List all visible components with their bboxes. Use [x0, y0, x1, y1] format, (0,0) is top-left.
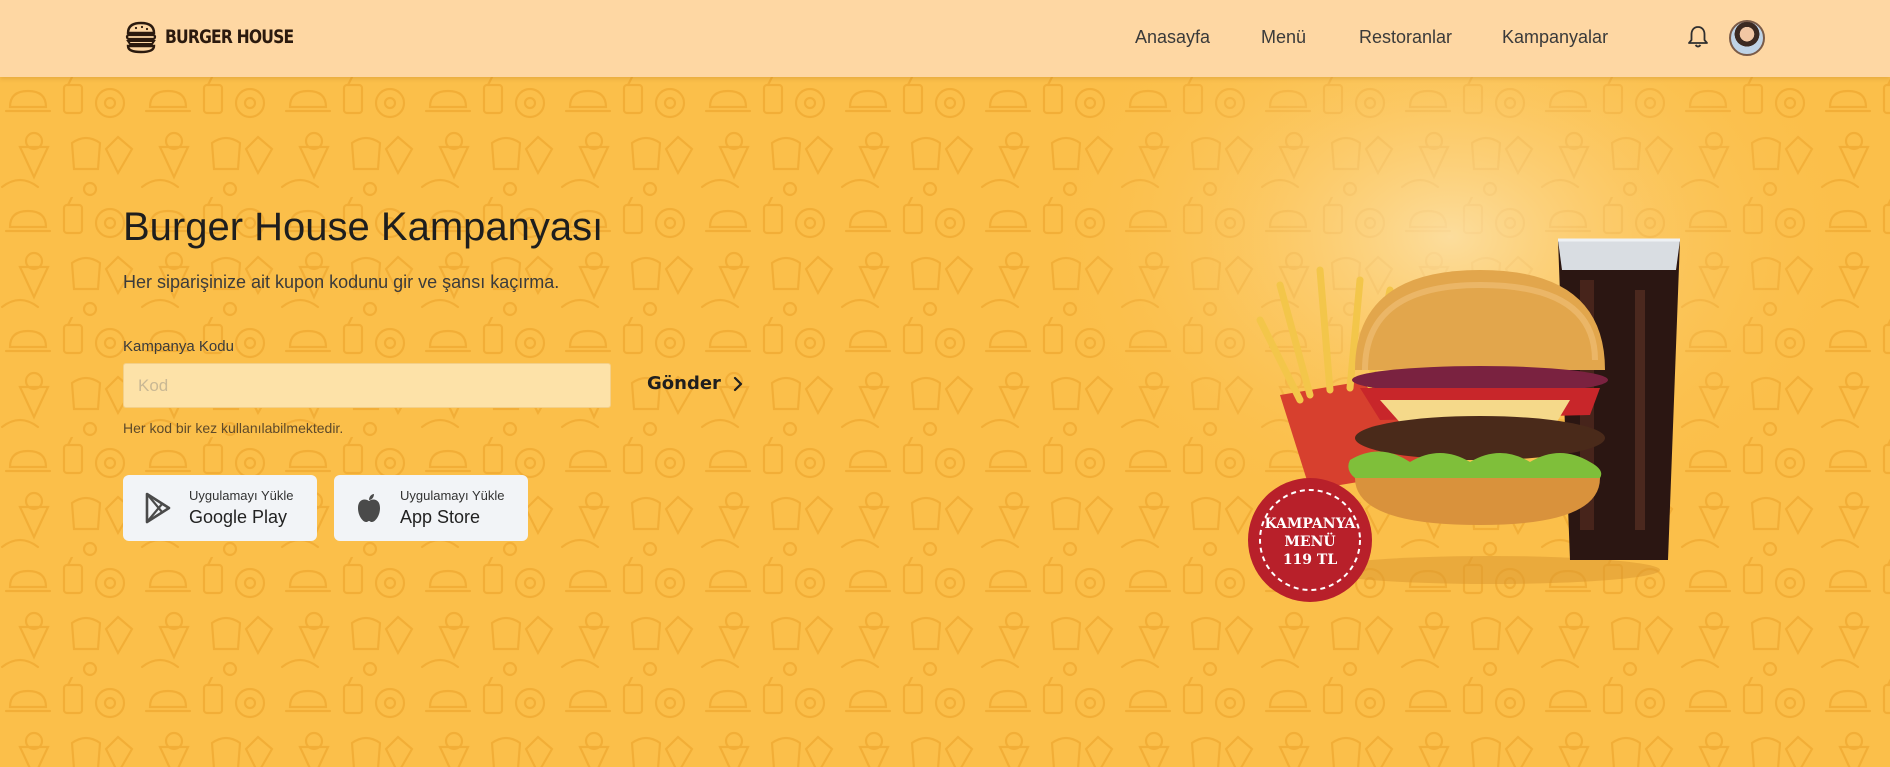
nav-item-menu[interactable]: Menü	[1261, 27, 1306, 48]
nav-item-kampanyalar[interactable]: Kampanyalar	[1502, 27, 1608, 48]
avatar[interactable]	[1729, 20, 1765, 56]
brand-logo[interactable]: BURGER HOUSE	[125, 20, 322, 54]
promo-badge: KAMPANYA MENÜ 119 TL	[1248, 478, 1372, 602]
nav-item-restoranlar[interactable]: Restoranlar	[1359, 27, 1452, 48]
code-hint: Her kod bir kez kullanılabilmektedir.	[123, 420, 344, 436]
send-button[interactable]: Gönder	[647, 373, 745, 394]
burger-icon	[125, 21, 157, 54]
promo-badge-line1: KAMPANYA	[1264, 516, 1356, 532]
page-subtitle: Her siparişinize ait kupon kodunu gir ve…	[123, 272, 560, 292]
brand-name: BURGER HOUSE	[165, 26, 294, 48]
chevron-right-icon	[733, 376, 743, 391]
apple-icon	[358, 494, 380, 522]
app-store-small-text: Uygulamayı Yükle	[400, 488, 505, 503]
app-store-big-text: App Store	[400, 507, 481, 527]
burger-menu-image: KAMPANYA MENÜ 119 TL	[1248, 238, 1680, 602]
google-play-icon	[145, 492, 171, 524]
google-play-big-text: Google Play	[189, 507, 288, 527]
google-play-small-text: Uygulamayı Yükle	[189, 488, 294, 503]
app-store-button[interactable]: Uygulamayı Yükle App Store	[334, 475, 528, 541]
bell-icon[interactable]	[1686, 24, 1710, 50]
send-button-label: Gönder	[647, 373, 721, 394]
promo-badge-price: 119 TL	[1283, 552, 1338, 568]
nav-item-anasayfa[interactable]: Anasayfa	[1135, 27, 1210, 48]
campaign-code-input[interactable]	[123, 363, 611, 408]
top-navbar: BURGER HOUSE Anasayfa Menü Restoranlar K…	[0, 0, 1890, 77]
google-play-button[interactable]: Uygulamayı Yükle Google Play	[123, 475, 317, 541]
page-title: Burger House Kampanyası	[123, 205, 604, 249]
burger	[1348, 270, 1608, 525]
campaign-code-label: Kampanya Kodu	[123, 338, 234, 355]
promo-badge-line2: MENÜ	[1284, 531, 1335, 550]
